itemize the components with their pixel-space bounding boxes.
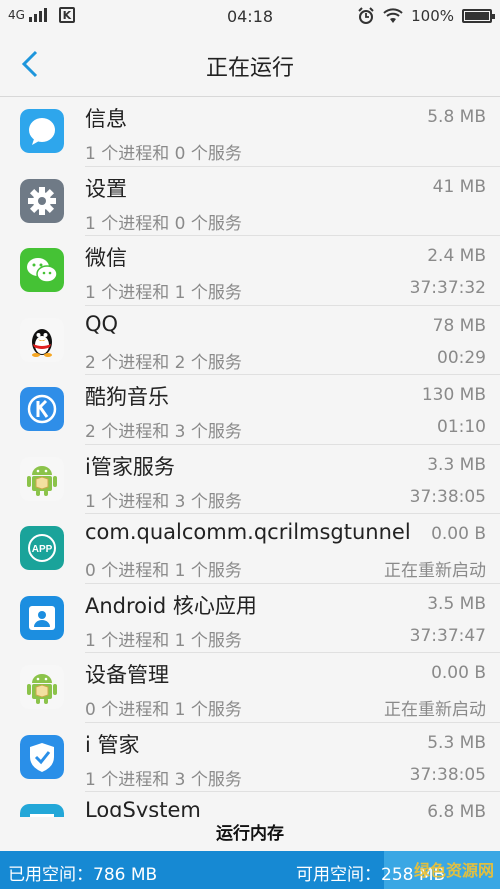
battery-icon: [462, 9, 495, 23]
status-right: 100%: [357, 7, 495, 25]
app-name: com.qualcomm.qcrilmsgtunnel: [85, 520, 411, 544]
app-memory-size: 130 MB: [421, 385, 486, 405]
wifi-icon: [383, 8, 403, 23]
gear-icon: [20, 178, 64, 223]
app-process-info: 1 个进程和 1 个服务: [85, 283, 242, 303]
log-icon: [20, 804, 64, 817]
app-run-status: 37:37:47: [409, 625, 486, 646]
user-icon: [20, 595, 64, 640]
app-row[interactable]: 设备管理 0 个进程和 1 个服务 0.00 B 正在重新启动: [0, 653, 500, 723]
wechat-icon: [20, 248, 64, 292]
app-process-info: 1 个进程和 1 个服务: [85, 630, 242, 651]
kugou-icon: [20, 387, 64, 431]
app-run-status: 00:29: [437, 347, 486, 368]
app-run-status: 37:37:32: [409, 278, 486, 298]
alarm-icon: [358, 7, 374, 24]
app-process-info: 1 个进程和 0 个服务: [85, 213, 242, 234]
app-row[interactable]: Android 核心应用 1 个进程和 1 个服务 3.5 MB 37:37:47: [0, 584, 500, 653]
shield-check-icon: [20, 734, 64, 779]
page-title: 正在运行: [205, 56, 294, 81]
app-memory-size: 5.8 MB: [427, 107, 486, 127]
app-memory-size: 0.00 B: [431, 663, 486, 683]
app-name: 酷狗音乐: [85, 385, 169, 409]
app-run-status: 01:10: [437, 417, 486, 437]
app-name: LogSystem: [85, 798, 201, 817]
app-name: 设置: [85, 176, 127, 201]
android-icon: [20, 665, 64, 709]
app-name: 微信: [85, 246, 127, 270]
app-memory-size: 3.3 MB: [427, 454, 486, 475]
app-name: QQ: [85, 311, 119, 336]
app-name: i管家服务: [85, 454, 175, 479]
app-memory-size: 41 MB: [432, 176, 486, 197]
app-name: 设备管理: [85, 663, 169, 687]
qq-penguin-icon: [20, 317, 64, 362]
app-process-info: 1 个进程和 3 个服务: [85, 491, 242, 512]
app-memory-size: 6.8 MB: [427, 802, 486, 817]
app-row[interactable]: 信息 1 个进程和 0 个服务 5.8 MB: [0, 97, 500, 167]
app-memory-size: 3.5 MB: [427, 593, 486, 614]
running-apps-list[interactable]: 信息 1 个进程和 0 个服务 5.8 MB 设置 1 个进程和 0 个服务 41 MB 微…: [0, 97, 500, 817]
app-icon: APP: [20, 526, 64, 570]
app-run-status: 37:38:05: [409, 764, 486, 785]
app-name: i 管家: [85, 732, 140, 757]
app-run-status: 正在重新启动: [384, 561, 486, 581]
app-row[interactable]: 微信 1 个进程和 1 个服务 2.4 MB 37:37:32: [0, 236, 500, 306]
message-icon: [20, 109, 64, 153]
app-row[interactable]: i管家服务 1 个进程和 3 个服务 3.3 MB 37:38:05: [0, 445, 500, 514]
app-process-info: 1 个进程和 3 个服务: [85, 769, 242, 790]
title-bar: 正在运行: [0, 34, 500, 97]
app-process-info: 1 个进程和 0 个服务: [85, 144, 242, 164]
svg-text:APP: APP: [32, 544, 53, 555]
android-icon: [20, 456, 64, 501]
app-process-info: 2 个进程和 3 个服务: [85, 422, 242, 442]
watermark: 绿色资源网: [413, 861, 494, 880]
app-row[interactable]: 设置 1 个进程和 0 个服务 41 MB: [0, 167, 500, 236]
app-name: Android 核心应用: [85, 593, 257, 618]
app-row[interactable]: QQ 2 个进程和 2 个服务 78 MB 00:29: [0, 306, 500, 375]
app-process-info: 0 个进程和 1 个服务: [85, 700, 242, 720]
status-bar: 4G K 04:18 100%: [0, 0, 500, 34]
app-name: 信息: [85, 107, 127, 131]
app-memory-size: 5.3 MB: [427, 732, 486, 753]
app-run-status: 正在重新启动: [384, 700, 486, 720]
app-process-info: 2 个进程和 2 个服务: [85, 352, 242, 373]
app-row[interactable]: 酷狗音乐 2 个进程和 3 个服务 130 MB 01:10: [0, 375, 500, 445]
memory-usage-bar: 已用空间：786 MB 可用空间：258 MB 绿色资源网: [0, 851, 500, 889]
app-memory-size: 2.4 MB: [427, 246, 486, 266]
battery-percent: 100%: [411, 7, 454, 25]
app-row[interactable]: LogSystem 6.8 MB: [0, 792, 500, 817]
app-memory-size: 0.00 B: [431, 524, 486, 544]
app-memory-size: 78 MB: [432, 315, 486, 336]
memory-used-text: 已用空间：786 MB: [8, 865, 158, 885]
app-row[interactable]: i 管家 1 个进程和 3 个服务 5.3 MB 37:38:05: [0, 723, 500, 792]
app-run-status: 37:38:05: [409, 486, 486, 507]
app-process-info: 0 个进程和 1 个服务: [85, 561, 242, 581]
app-row[interactable]: APP com.qualcomm.qcrilmsgtunnel 0 个进程和 1 个…: [0, 514, 500, 584]
memory-section-label: 运行内存: [0, 817, 500, 851]
